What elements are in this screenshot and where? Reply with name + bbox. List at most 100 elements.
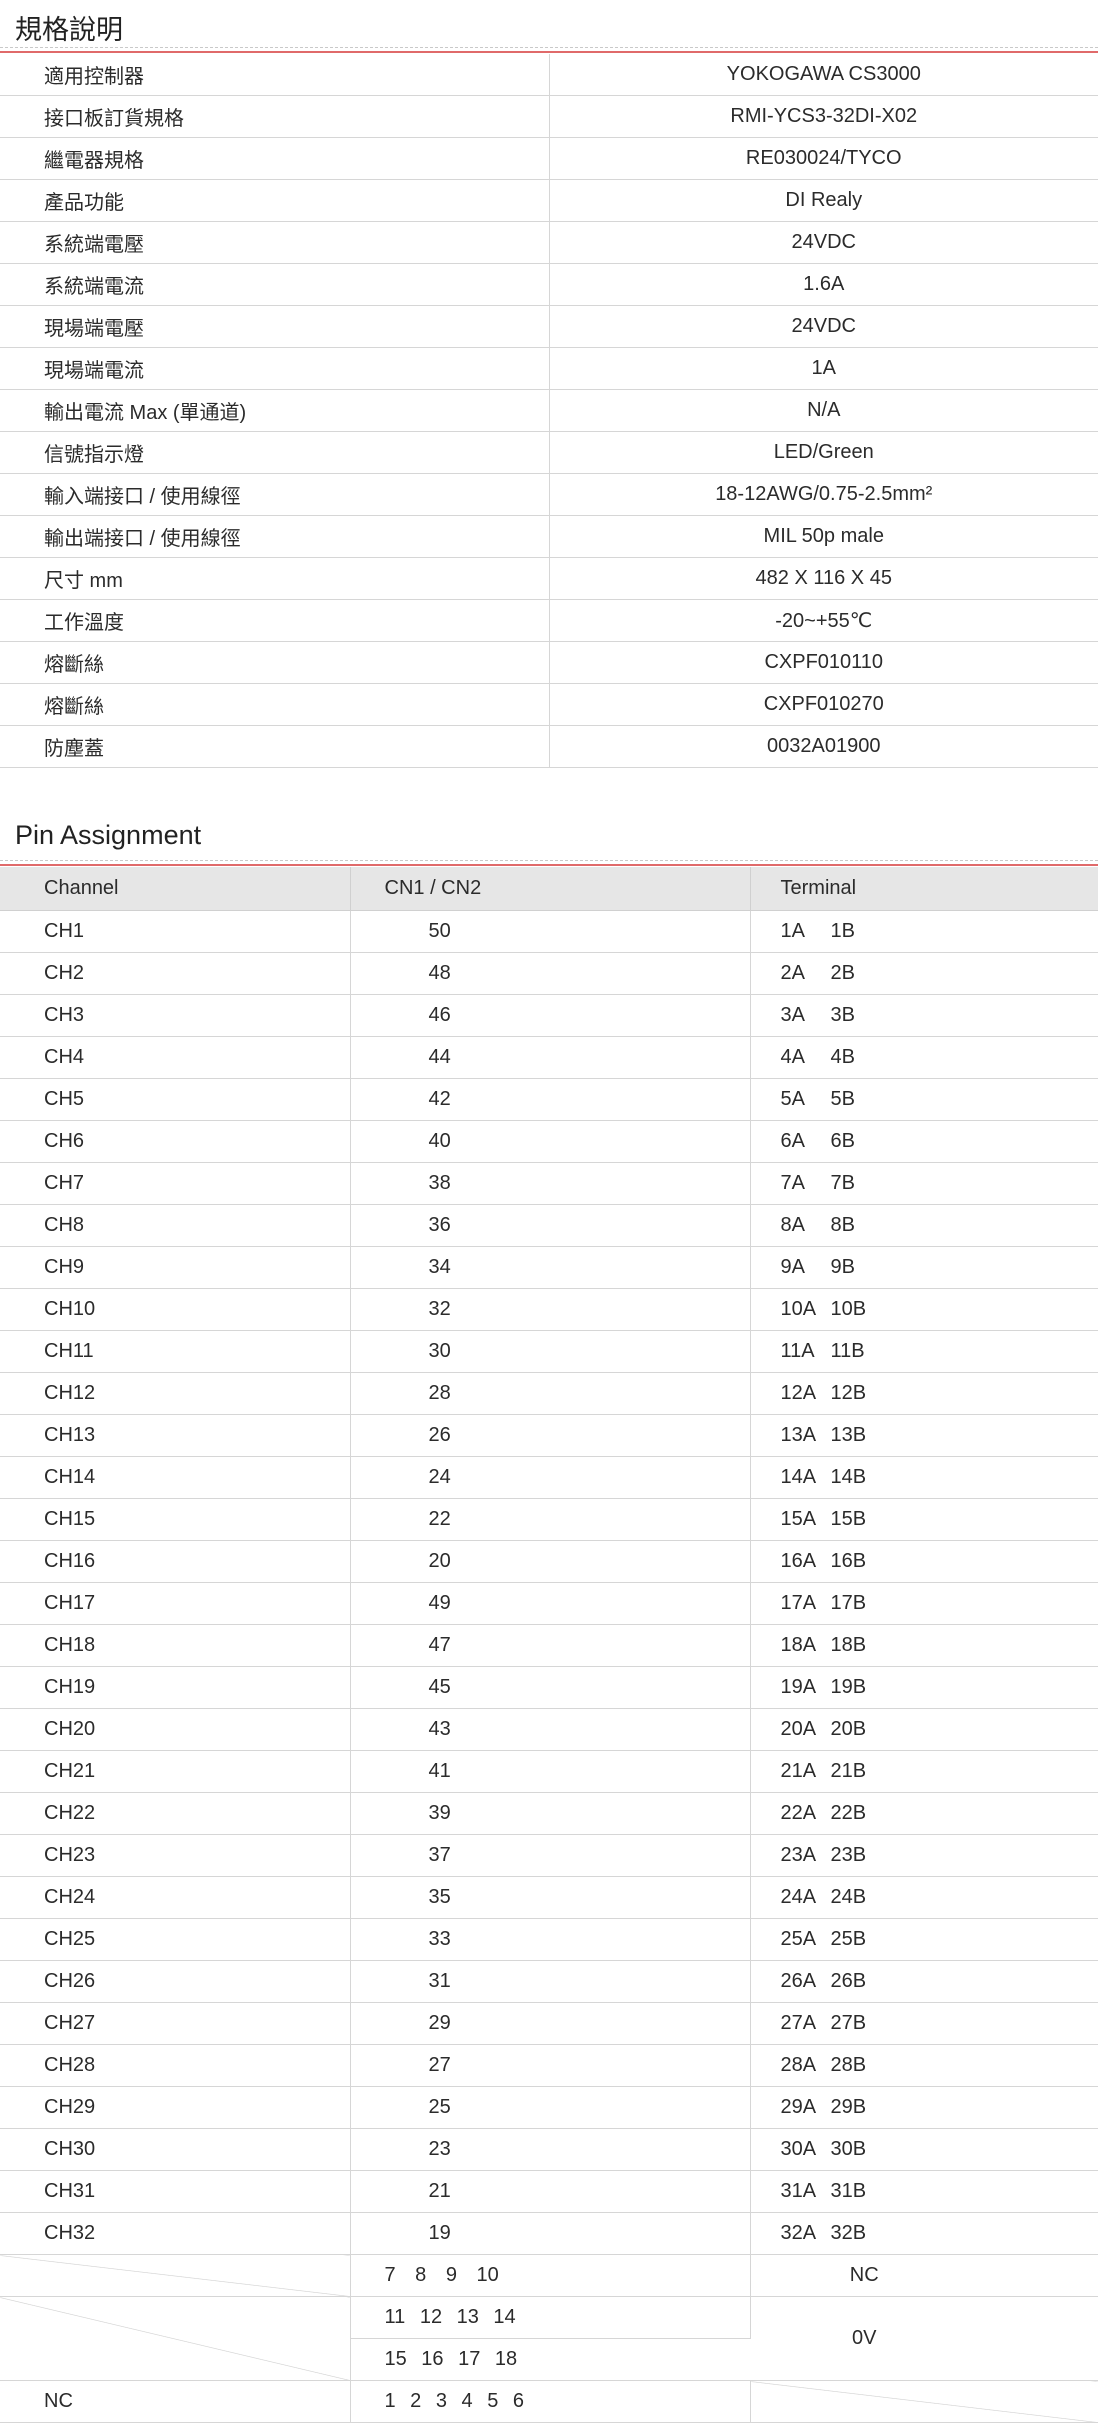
pin-extra-rows: 7 8 9 10 NC 11 12 13 14 0V 15 16 17 18 N…	[0, 2254, 1098, 2423]
spec-row: 輸出電流 Max (單通道) N/A	[0, 389, 1098, 432]
channel-cell: CH8	[0, 1204, 351, 1247]
terminal-b: 3B	[830, 1004, 855, 1026]
spec-value: DI Realy	[549, 179, 1098, 222]
spec-row: 防塵蓋 0032A01900	[0, 725, 1098, 768]
channel-cell: CH5	[0, 1078, 351, 1121]
nc-label: NC	[0, 2380, 351, 2423]
terminal-a: 21A	[780, 1760, 817, 1782]
spec-value: 24VDC	[549, 305, 1098, 348]
spec-label: 輸出電流 Max (單通道)	[0, 389, 550, 432]
terminal-cell: 31A 31B	[750, 2170, 1098, 2213]
terminal-b: 31B	[830, 2180, 867, 2202]
terminal-a: 12A	[780, 1382, 817, 1404]
terminal-cell: 7A 7B	[750, 1162, 1098, 1205]
channel-cell: CH1	[0, 910, 351, 953]
terminal-a: 30A	[780, 2138, 817, 2160]
terminal-cell: 23A 23B	[750, 1834, 1098, 1877]
pin-row: CH3 46 3A 3B	[0, 994, 1098, 1037]
channel-cell: CH17	[0, 1582, 351, 1625]
pin-row: CH30 23 30A 30B	[0, 2128, 1098, 2171]
nc-pins: 7 8 9 10	[350, 2254, 751, 2297]
channel-cell: CH18	[0, 1624, 351, 1667]
channel-cell: CH28	[0, 2044, 351, 2087]
pin-row: CH15 22 15A 15B	[0, 1498, 1098, 1541]
pin-row: CH4 44 4A 4B	[0, 1036, 1098, 1079]
terminal-cell: 26A 26B	[750, 1960, 1098, 2003]
pin-row: CH18 47 18A 18B	[0, 1624, 1098, 1667]
pin-row: CH13 26 13A 13B	[0, 1414, 1098, 1457]
spec-row: 接口板訂貨規格 RMI-YCS3-32DI-X02	[0, 95, 1098, 138]
terminal-b: 19B	[830, 1676, 867, 1698]
spec-value: 0032A01900	[549, 725, 1098, 768]
spec-row: 系統端電流 1.6A	[0, 263, 1098, 306]
terminal-a: 17A	[780, 1592, 817, 1614]
terminal-cell: 11A 11B	[750, 1330, 1098, 1373]
cn-pin-cell: 39	[350, 1792, 751, 1835]
spec-label: 尺寸 mm	[0, 557, 550, 600]
pin-row: CH8 36 8A 8B	[0, 1204, 1098, 1247]
terminal-b: 2B	[830, 962, 855, 984]
cn-pin-cell: 22	[350, 1498, 751, 1541]
terminal-a: 20A	[780, 1718, 817, 1740]
cn-pin-cell: 31	[350, 1960, 751, 2003]
channel-cell: CH22	[0, 1792, 351, 1835]
spec-value: MIL 50p male	[549, 515, 1098, 558]
cn-pin-cell: 43	[350, 1708, 751, 1751]
channel-cell: CH31	[0, 2170, 351, 2213]
terminal-b: 13B	[830, 1424, 867, 1446]
pin-row: CH32 19 32A 32B	[0, 2212, 1098, 2255]
cn-pin-cell: 24	[350, 1456, 751, 1499]
pin-row: CH26 31 26A 26B	[0, 1960, 1098, 2003]
spec-label: 現場端電壓	[0, 305, 550, 348]
spec-value: YOKOGAWA CS3000	[549, 54, 1098, 96]
terminal-a: 1A	[780, 920, 805, 942]
pin-row: CH6 40 6A 6B	[0, 1120, 1098, 1163]
terminal-cell: 25A 25B	[750, 1918, 1098, 1961]
pin-row: CH20 43 20A 20B	[0, 1708, 1098, 1751]
pin-row: CH17 49 17A 17B	[0, 1582, 1098, 1625]
spec-row: 系統端電壓 24VDC	[0, 221, 1098, 264]
spec-label: 現場端電流	[0, 347, 550, 390]
pin-section-title: Pin Assignment	[15, 820, 202, 850]
spec-row: 產品功能 DI Realy	[0, 179, 1098, 222]
spec-label: 適用控制器	[0, 54, 550, 96]
terminal-a: 23A	[780, 1844, 817, 1866]
spec-row: 適用控制器 YOKOGAWA CS3000	[0, 54, 1098, 96]
cn-pin-cell: 37	[350, 1834, 751, 1877]
channel-cell: CH26	[0, 1960, 351, 2003]
empty-diagonal-cell	[750, 2380, 1098, 2423]
spec-value: CXPF010110	[549, 641, 1098, 684]
cn-pin-cell: 40	[350, 1120, 751, 1163]
spec-label: 產品功能	[0, 179, 550, 222]
channel-cell: CH7	[0, 1162, 351, 1205]
terminal-cell: 8A 8B	[750, 1204, 1098, 1247]
pin-row: CH19 45 19A 19B	[0, 1666, 1098, 1709]
pin-row: CH22 39 22A 22B	[0, 1792, 1098, 1835]
terminal-b: 7B	[830, 1172, 855, 1194]
cn-pin-cell: 49	[350, 1582, 751, 1625]
spec-label: 輸出端接口 / 使用線徑	[0, 515, 550, 558]
spec-value: CXPF010270	[549, 683, 1098, 726]
pin-row: CH24 35 24A 24B	[0, 1876, 1098, 1919]
terminal-cell: 19A 19B	[750, 1666, 1098, 1709]
spec-value: 1.6A	[549, 263, 1098, 306]
spec-value: -20~+55℃	[549, 599, 1098, 642]
terminal-cell: 24A 24B	[750, 1876, 1098, 1919]
pin-table-body: CH1 50 1A 1B CH2 48 2A 2B CH3 46 3A 3B CH4 44 4A 4B CH5 4…	[0, 910, 1098, 2255]
terminal-a: 3A	[780, 1004, 805, 1026]
channel-cell: CH13	[0, 1414, 351, 1457]
terminal-a: 16A	[780, 1550, 817, 1572]
terminal-b: 11B	[830, 1340, 865, 1362]
channel-cell: CH32	[0, 2212, 351, 2255]
spec-title-rule	[0, 47, 1098, 53]
cn-pin-cell: 21	[350, 2170, 751, 2213]
terminal-b: 18B	[830, 1634, 867, 1656]
pin-row: CH7 38 7A 7B	[0, 1162, 1098, 1205]
channel-cell: CH15	[0, 1498, 351, 1541]
spec-row: 工作溫度 -20~+55℃	[0, 599, 1098, 642]
pin-row: CH25 33 25A 25B	[0, 1918, 1098, 1961]
spec-label: 系統端電壓	[0, 221, 550, 264]
spec-label: 輸入端接口 / 使用線徑	[0, 473, 550, 516]
cn-pin-cell: 25	[350, 2086, 751, 2129]
spec-label: 熔斷絲	[0, 683, 550, 726]
